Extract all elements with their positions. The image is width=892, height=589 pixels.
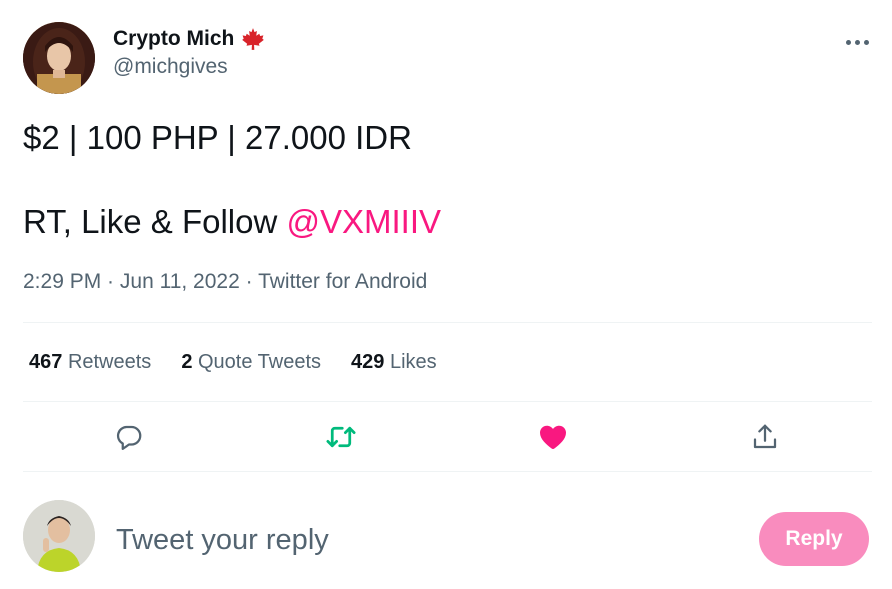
tweet-stats: 467 Retweets 2 Quote Tweets 429 Likes <box>29 348 467 376</box>
reply-icon <box>116 425 142 450</box>
likes-count: 429 <box>351 351 385 373</box>
meta-separator: · <box>101 270 120 293</box>
divider <box>23 322 872 323</box>
meta-separator: · <box>239 270 259 293</box>
retweets-count: 467 <box>29 351 63 373</box>
mention-link[interactable]: @VXMIIIV <box>286 203 441 240</box>
likes-stat[interactable]: 429 Likes <box>351 348 437 376</box>
retweets-label: Retweets <box>67 351 152 373</box>
tweet-time: 2:29 PM <box>23 270 102 293</box>
tweet-time-link[interactable]: 2:29 PM · Jun 11, 2022 <box>23 270 240 293</box>
share-icon <box>753 424 777 449</box>
retweets-stat[interactable]: 467 Retweets <box>29 348 151 376</box>
tweet-actions <box>23 413 872 461</box>
author-avatar[interactable] <box>23 22 95 94</box>
maple-leaf-icon <box>242 28 265 50</box>
dot-icon <box>845 39 851 45</box>
tweet-text-line-2: RT, Like & Follow @VXMIIIV <box>23 202 441 242</box>
tweet-author: Crypto Mich @michgives <box>23 22 266 94</box>
divider <box>23 471 872 472</box>
tweet-date: Jun 11, 2022 <box>119 270 240 293</box>
reply-button[interactable] <box>111 419 147 455</box>
user-avatar[interactable] <box>23 500 95 572</box>
reply-composer: Reply <box>23 498 872 574</box>
author-avatar-image <box>23 22 95 94</box>
reply-input[interactable] <box>116 520 716 560</box>
author-name-text: Crypto Mich <box>113 27 235 50</box>
reply-submit-button[interactable]: Reply <box>759 512 869 566</box>
quote-tweets-count: 2 <box>181 351 193 373</box>
tweet-detail: Crypto Mich @michgives $2 | 100 PHP | 27… <box>0 0 892 589</box>
dot-icon <box>854 39 860 45</box>
more-options-button[interactable] <box>840 28 874 56</box>
quote-tweets-stat[interactable]: 2 Quote Tweets <box>181 348 321 376</box>
divider <box>23 401 872 402</box>
tweet-text-prefix: RT, Like & Follow <box>23 203 287 240</box>
retweet-icon <box>326 426 356 448</box>
user-avatar-image <box>23 500 95 572</box>
share-button[interactable] <box>747 419 783 455</box>
tweet-meta: 2:29 PM · Jun 11, 2022 · Twitter for And… <box>23 268 427 296</box>
tweet-source-link[interactable]: Twitter for Android <box>258 270 427 293</box>
like-button[interactable] <box>535 419 571 455</box>
dot-icon <box>863 39 869 45</box>
tweet-text-line-1: $2 | 100 PHP | 27.000 IDR <box>23 119 412 156</box>
author-display-name[interactable]: Crypto Mich <box>113 26 266 52</box>
author-handle[interactable]: @michgives <box>113 54 266 80</box>
likes-label: Likes <box>389 351 437 373</box>
heart-icon <box>540 425 566 449</box>
quote-tweets-label: Quote Tweets <box>198 351 322 373</box>
retweet-button[interactable] <box>323 419 359 455</box>
